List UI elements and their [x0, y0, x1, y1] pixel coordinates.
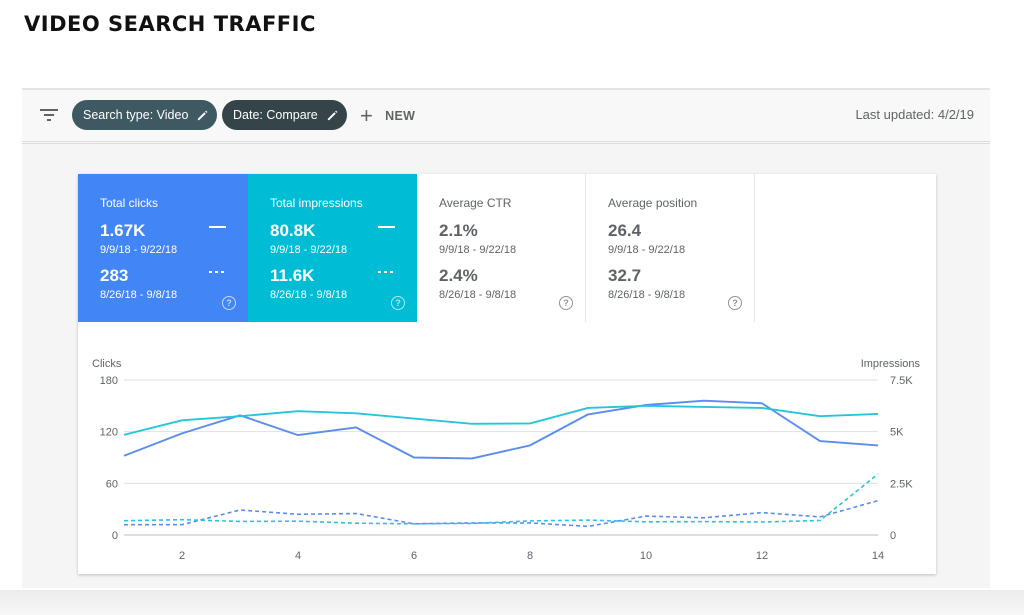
dashed-line-legend-icon — [378, 271, 395, 273]
left-tick-label: 0 — [112, 530, 118, 542]
x-tick-label: 10 — [640, 550, 652, 562]
x-tick-label: 8 — [527, 550, 533, 562]
metric-average-position[interactable]: Average position 26.4 9/9/18 - 9/22/18 3… — [586, 174, 755, 322]
left-axis-title: Clicks — [92, 358, 122, 370]
left-tick-label: 180 — [100, 375, 118, 387]
last-updated-text: Last updated: 4/2/19 — [855, 107, 974, 122]
left-tick-label: 60 — [106, 478, 118, 490]
metric-previous-value: 283 — [100, 266, 129, 285]
left-tick-label: 120 — [100, 427, 118, 439]
metric-previous-value: 11.6K — [270, 266, 315, 285]
metric-title: Average position — [608, 196, 698, 210]
right-tick-label: 0 — [890, 530, 896, 542]
plus-icon: + — [360, 103, 374, 128]
metric-previous-range: 8/26/18 - 9/8/18 — [270, 289, 348, 301]
metric-title: Total clicks — [100, 196, 159, 210]
performance-chart[interactable]: Clicks Impressions 0 0 60 2.5K 120 5K 180 7.5K 2 4 6… — [78, 334, 936, 574]
metric-previous-value: 32.7 — [608, 266, 642, 285]
metric-current-range: 9/9/18 - 9/22/18 — [608, 244, 686, 256]
solid-line-legend-icon — [209, 226, 226, 228]
x-tick-label: 4 — [295, 550, 301, 562]
page-title: VIDEO SEARCH TRAFFIC — [24, 12, 316, 36]
date-compare-chip-label: Date: Compare — [233, 108, 318, 122]
solid-line-legend-icon — [378, 226, 395, 228]
right-axis-title: Impressions — [861, 358, 921, 370]
search-type-chip-label: Search type: Video — [83, 108, 189, 122]
impressions-dashed-series-line — [123, 473, 879, 525]
metric-current-range: 9/9/18 - 9/22/18 — [100, 244, 178, 256]
metric-title: Total impressions — [270, 196, 363, 210]
metric-average-ctr[interactable]: Average CTR 2.1% 9/9/18 - 9/22/18 2.4% 8… — [417, 174, 586, 322]
x-tick-label: 12 — [756, 550, 768, 562]
metric-current-value: 1.67K — [100, 221, 146, 240]
metric-current-range: 9/9/18 - 9/22/18 — [439, 244, 517, 256]
metric-current-value: 2.1% — [439, 221, 478, 240]
metric-previous-range: 8/26/18 - 9/8/18 — [439, 289, 517, 301]
help-icon[interactable]: ? — [222, 296, 236, 310]
filter-toolbar: Search type: Video Date: Compare + NEW L… — [22, 90, 990, 144]
metric-current-value: 26.4 — [608, 221, 642, 240]
help-icon[interactable]: ? — [559, 296, 573, 310]
page-bottom-fade — [0, 590, 1024, 615]
pencil-icon — [198, 110, 208, 120]
new-filter-label: NEW — [385, 109, 416, 123]
impressions-solid-series-line — [123, 404, 879, 436]
right-tick-label: 2.5K — [890, 478, 913, 490]
clicks-solid-series-line — [123, 399, 879, 460]
help-icon[interactable]: ? — [391, 296, 405, 310]
right-tick-label: 5K — [890, 427, 904, 439]
metric-current-value: 80.8K — [270, 221, 316, 240]
performance-panel: Search type: Video Date: Compare + NEW L… — [22, 88, 990, 588]
date-compare-chip[interactable]: Date: Compare — [222, 100, 347, 130]
filter-icon[interactable] — [38, 106, 60, 124]
x-tick-label: 6 — [411, 550, 417, 562]
metric-current-range: 9/9/18 - 9/22/18 — [270, 244, 348, 256]
metric-title: Average CTR — [439, 196, 512, 210]
metric-total-clicks[interactable]: Total clicks 1.67K 9/9/18 - 9/22/18 283 … — [78, 174, 248, 322]
x-tick-label: 2 — [179, 550, 185, 562]
new-filter-button[interactable]: + NEW — [360, 104, 415, 128]
x-tick-label: 14 — [872, 550, 884, 562]
clicks-dashed-series-line — [124, 499, 879, 528]
metric-total-impressions[interactable]: Total impressions 80.8K 9/9/18 - 9/22/18… — [248, 174, 417, 322]
metric-previous-range: 8/26/18 - 9/8/18 — [608, 289, 686, 301]
metric-previous-range: 8/26/18 - 9/8/18 — [100, 289, 178, 301]
pencil-icon — [327, 110, 338, 120]
dashed-line-legend-icon — [209, 271, 226, 273]
help-icon[interactable]: ? — [728, 296, 742, 310]
metric-previous-value: 2.4% — [439, 266, 478, 285]
right-tick-label: 7.5K — [890, 375, 913, 387]
search-type-chip[interactable]: Search type: Video — [72, 100, 218, 130]
performance-card: Total clicks 1.67K 9/9/18 - 9/22/18 283 … — [78, 174, 936, 574]
